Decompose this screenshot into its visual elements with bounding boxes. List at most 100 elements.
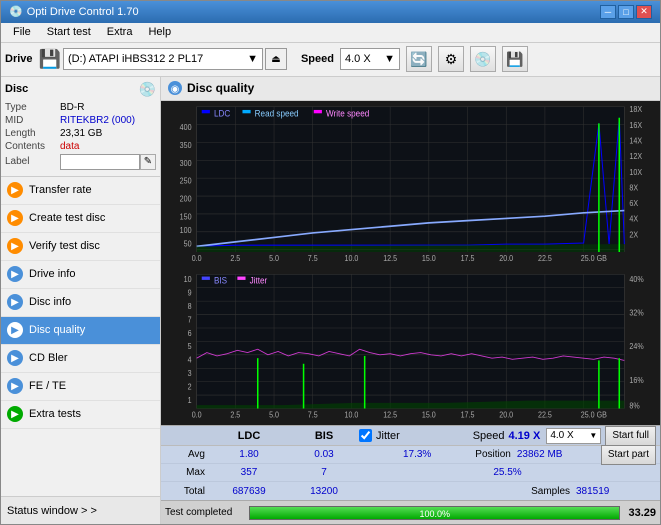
sidebar-item-transfer-rate[interactable]: ▶ Transfer rate <box>1 177 160 205</box>
type-value: BD-R <box>60 102 84 113</box>
app-window: 💿 Opti Drive Control 1.70 ─ □ ✕ File Sta… <box>0 0 661 525</box>
refresh-button[interactable]: 🔄 <box>406 46 432 72</box>
disc-panel: Disc 💿 Type BD-R MID RITEKBR2 (000) Leng… <box>1 77 160 177</box>
sidebar-item-disc-quality[interactable]: ▶ Disc quality <box>1 317 160 345</box>
svg-text:10.0: 10.0 <box>345 410 359 419</box>
transfer-rate-label: Transfer rate <box>29 184 92 196</box>
svg-text:32%: 32% <box>629 308 644 317</box>
mid-label: MID <box>5 115 60 126</box>
eject-button[interactable]: ⏏ <box>265 48 287 70</box>
save-button[interactable]: 💾 <box>502 46 528 72</box>
svg-text:200: 200 <box>180 194 192 203</box>
sidebar-item-create-test-disc[interactable]: ▶ Create test disc <box>1 205 160 233</box>
svg-text:◉: ◉ <box>171 84 180 95</box>
svg-text:12X: 12X <box>629 152 642 161</box>
svg-text:16%: 16% <box>629 375 644 384</box>
avg-label: Avg <box>165 449 209 460</box>
svg-text:10.0: 10.0 <box>345 253 359 262</box>
speed-selector[interactable]: 4.0 X ▼ <box>546 428 601 444</box>
label-edit-button[interactable]: ✎ <box>140 154 156 170</box>
svg-text:LDC: LDC <box>214 108 230 118</box>
titlebar-controls: ─ □ ✕ <box>600 5 652 19</box>
titlebar: 💿 Opti Drive Control 1.70 ─ □ ✕ <box>1 1 660 23</box>
svg-text:Jitter: Jitter <box>250 275 268 285</box>
position-label: Position <box>475 449 511 460</box>
menu-file[interactable]: File <box>5 24 39 40</box>
progress-bar: 100.0% <box>249 506 620 520</box>
svg-text:2.5: 2.5 <box>230 253 240 262</box>
type-label: Type <box>5 102 60 113</box>
drive-icon: 💾 <box>39 49 61 70</box>
menu-help[interactable]: Help <box>140 24 179 40</box>
avg-jitter: 17.3% <box>359 449 475 460</box>
svg-text:7: 7 <box>188 315 192 324</box>
extra-tests-icon: ▶ <box>7 406 23 422</box>
sidebar-item-cd-bler[interactable]: ▶ CD Bler <box>1 345 160 373</box>
menu-extra[interactable]: Extra <box>99 24 141 40</box>
sidebar-item-drive-info[interactable]: ▶ Drive info <box>1 261 160 289</box>
svg-text:10: 10 <box>184 275 192 284</box>
jitter-checkbox[interactable] <box>359 429 372 442</box>
svg-text:5.0: 5.0 <box>269 410 279 419</box>
svg-text:2X: 2X <box>629 230 638 239</box>
fe-te-icon: ▶ <box>7 378 23 394</box>
avg-ldc: 1.80 <box>209 449 289 460</box>
svg-text:7.5: 7.5 <box>308 253 318 262</box>
svg-text:17.5: 17.5 <box>461 253 475 262</box>
sidebar-item-extra-tests[interactable]: ▶ Extra tests <box>1 401 160 429</box>
ldc-header: LDC <box>209 430 289 442</box>
speed-label: Speed <box>301 53 334 65</box>
avg-bis: 0.03 <box>289 449 359 460</box>
start-part-button[interactable]: Start part <box>601 445 656 465</box>
svg-text:12.5: 12.5 <box>383 253 397 262</box>
svg-text:16X: 16X <box>629 120 642 129</box>
svg-text:25.0 GB: 25.0 GB <box>581 253 607 262</box>
svg-text:17.5: 17.5 <box>461 410 475 419</box>
stats-section: LDC BIS Jitter Speed 4.19 X 4.0 X ▼ <box>161 425 660 500</box>
svg-text:22.5: 22.5 <box>538 410 552 419</box>
svg-text:8X: 8X <box>629 183 638 192</box>
drive-label: Drive <box>5 53 33 65</box>
svg-text:22.5: 22.5 <box>538 253 552 262</box>
start-full-button[interactable]: Start full <box>605 426 656 446</box>
drive-dropdown[interactable]: (D:) ATAPI iHBS312 2 PL17 ▼ <box>63 48 263 70</box>
cd-bler-label: CD Bler <box>29 352 68 364</box>
svg-text:300: 300 <box>180 158 192 167</box>
svg-text:4: 4 <box>188 355 192 364</box>
create-test-disc-icon: ▶ <box>7 210 23 226</box>
disc-panel-icon: 💿 <box>139 81 156 98</box>
settings-button[interactable]: ⚙ <box>438 46 464 72</box>
svg-text:4X: 4X <box>629 214 638 223</box>
drivebar: Drive 💾 (D:) ATAPI iHBS312 2 PL17 ▼ ⏏ Sp… <box>1 43 660 77</box>
disc-button[interactable]: 💿 <box>470 46 496 72</box>
disc-quality-icon: ▶ <box>7 322 23 338</box>
sidebar-item-verify-test-disc[interactable]: ▶ Verify test disc <box>1 233 160 261</box>
svg-text:8%: 8% <box>629 401 640 410</box>
contents-value: data <box>60 141 79 152</box>
samples-label: Samples <box>531 486 570 497</box>
svg-text:9: 9 <box>188 288 192 297</box>
bottom-bar: Test completed 100.0% 33.29 <box>161 500 660 524</box>
max-label: Max <box>165 467 209 478</box>
speed-dropdown[interactable]: 4.0 X ▼ <box>340 48 400 70</box>
close-button[interactable]: ✕ <box>636 5 652 19</box>
svg-text:2.5: 2.5 <box>230 410 240 419</box>
disc-quality-label: Disc quality <box>29 324 85 336</box>
svg-text:250: 250 <box>180 176 192 185</box>
svg-text:18X: 18X <box>629 105 642 114</box>
svg-text:25.0 GB: 25.0 GB <box>581 410 607 419</box>
svg-text:Write speed: Write speed <box>326 108 370 118</box>
sidebar-item-disc-info[interactable]: ▶ Disc info <box>1 289 160 317</box>
maximize-button[interactable]: □ <box>618 5 634 19</box>
total-label: Total <box>165 486 209 497</box>
label-input[interactable] <box>60 154 140 170</box>
bis-header: BIS <box>289 430 359 442</box>
menu-start-test[interactable]: Start test <box>39 24 99 40</box>
menubar: File Start test Extra Help <box>1 23 660 43</box>
minimize-button[interactable]: ─ <box>600 5 616 19</box>
svg-text:6X: 6X <box>629 199 638 208</box>
sidebar-item-fe-te[interactable]: ▶ FE / TE <box>1 373 160 401</box>
status-window-button[interactable]: Status window > > <box>1 496 160 524</box>
speed-arrow-icon: ▼ <box>384 53 395 65</box>
dropdown-arrow-icon: ▼ <box>247 53 258 65</box>
